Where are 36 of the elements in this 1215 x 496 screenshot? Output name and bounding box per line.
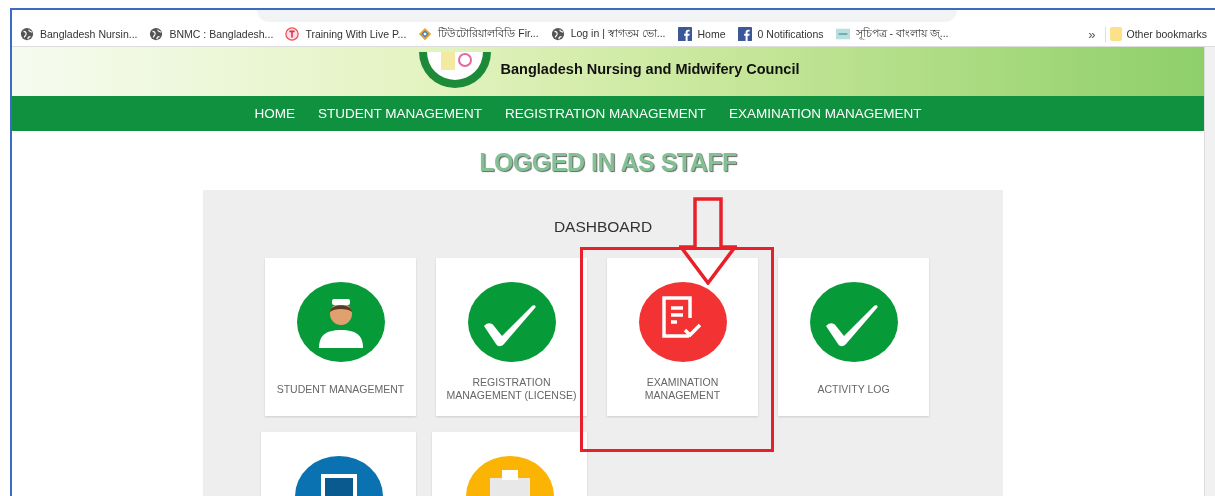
globe-icon xyxy=(550,27,565,41)
other-bookmarks[interactable]: Other bookmarks xyxy=(1126,28,1207,40)
scrollbar[interactable] xyxy=(1204,47,1215,496)
folder-icon xyxy=(1110,27,1123,41)
page-heading: LOGGED IN AS STAFF xyxy=(478,148,738,177)
globe-icon xyxy=(20,27,34,41)
nav-link[interactable]: EXAMINATION MANAGEMENT xyxy=(728,106,922,121)
globe-icon xyxy=(149,27,164,41)
dashboard-card[interactable]: STUDENT MANAGEMENT xyxy=(265,258,416,416)
facebook-icon xyxy=(737,27,752,41)
dashboard-card[interactable]: REGISTRATION MANAGEMENT (LICENSE) xyxy=(436,258,587,416)
card-label: EXAMINATION MANAGEMENT xyxy=(643,376,722,402)
card-label: STUDENT MANAGEMENT xyxy=(275,382,406,396)
bookmark[interactable]: Training With Live P... xyxy=(285,27,407,41)
facebook-icon xyxy=(677,27,692,41)
bookmark[interactable]: টিউটোরিয়ালবিডি Fir... xyxy=(418,25,539,43)
card-label: ACTIVITY LOG xyxy=(816,382,891,396)
nav-link[interactable]: REGISTRATION MANAGEMENT xyxy=(505,106,706,121)
bookmark[interactable]: BNMC : Bangladesh... xyxy=(149,27,274,41)
thumbnail-icon xyxy=(835,27,850,41)
dashboard-card[interactable]: EXAMINATION MANAGEMENT xyxy=(607,258,758,416)
bookmark[interactable]: সূচিপত্র - বাংলায় জ্... xyxy=(835,25,949,43)
bookmark[interactable]: Home xyxy=(677,27,726,41)
bookmark[interactable]: Log in | স্বাগতম ভো... xyxy=(550,25,666,43)
more-bookmarks-button[interactable]: » xyxy=(1088,26,1107,42)
diamond-icon xyxy=(418,27,433,41)
dashboard-title: DASHBOARD xyxy=(553,218,653,236)
nav-link[interactable]: STUDENT MANAGEMENT xyxy=(318,106,483,121)
down-arrow-icon xyxy=(679,197,737,285)
bookmark[interactable]: 0 Notifications xyxy=(737,27,824,41)
nav-link[interactable]: HOME xyxy=(254,106,296,121)
card-label: REGISTRATION MANAGEMENT (LICENSE) xyxy=(445,376,578,402)
logo-icon xyxy=(285,27,300,41)
bookmark[interactable]: Bangladesh Nursin... xyxy=(20,27,138,41)
site-title: Bangladesh Nursing and Midwifery Council xyxy=(500,61,800,79)
dashboard-card[interactable]: ACTIVITY LOG xyxy=(778,258,929,416)
